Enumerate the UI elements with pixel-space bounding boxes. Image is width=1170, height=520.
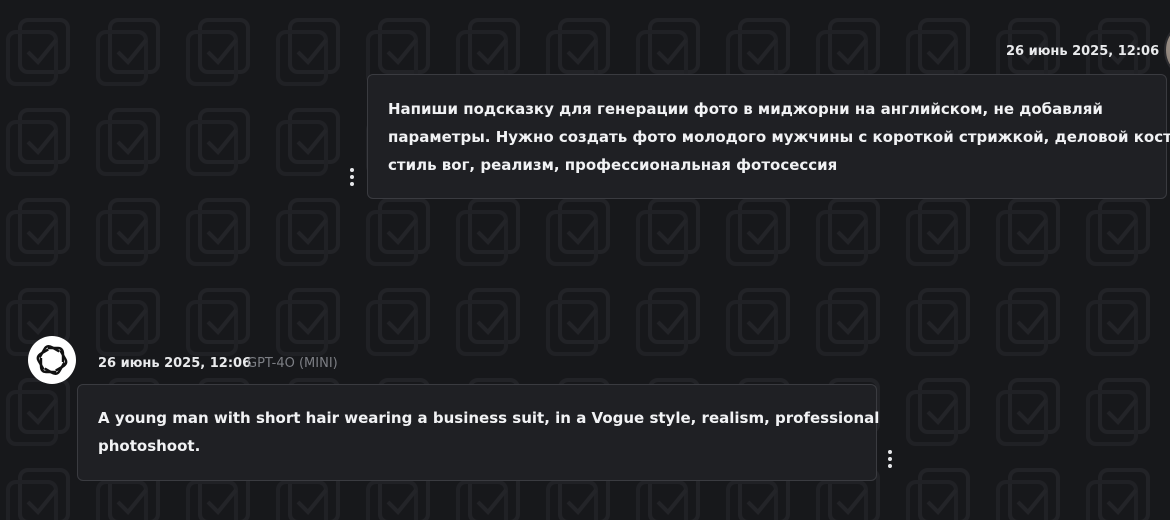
user-message-line-2: параметры. Нужно создать фото молодого м…	[388, 128, 1170, 146]
assistant-message-line-1: A young man with short hair wearing a bu…	[98, 409, 880, 427]
assistant-message-line-2: photoshoot.	[98, 437, 201, 455]
openai-logo-icon	[36, 345, 68, 375]
user-message-line-3: стиль вог, реализм, профессиональная фот…	[388, 156, 838, 174]
user-message-line-1: Напиши подсказку для генерации фото в ми…	[388, 100, 1103, 118]
assistant-model-label: GPT-4O (MINI)	[247, 356, 338, 371]
assistant-message-timestamp: 26 июнь 2025, 12:06	[98, 356, 252, 371]
assistant-avatar	[28, 336, 76, 384]
user-message-timestamp: 26 июнь 2025, 12:06	[1006, 44, 1160, 59]
user-message-bubble: Напиши подсказку для генерации фото в ми…	[367, 74, 1170, 199]
user-message-menu-icon[interactable]	[347, 166, 357, 190]
assistant-message-menu-icon[interactable]	[885, 448, 895, 472]
assistant-message-bubble: A young man with short hair wearing a bu…	[77, 384, 880, 481]
